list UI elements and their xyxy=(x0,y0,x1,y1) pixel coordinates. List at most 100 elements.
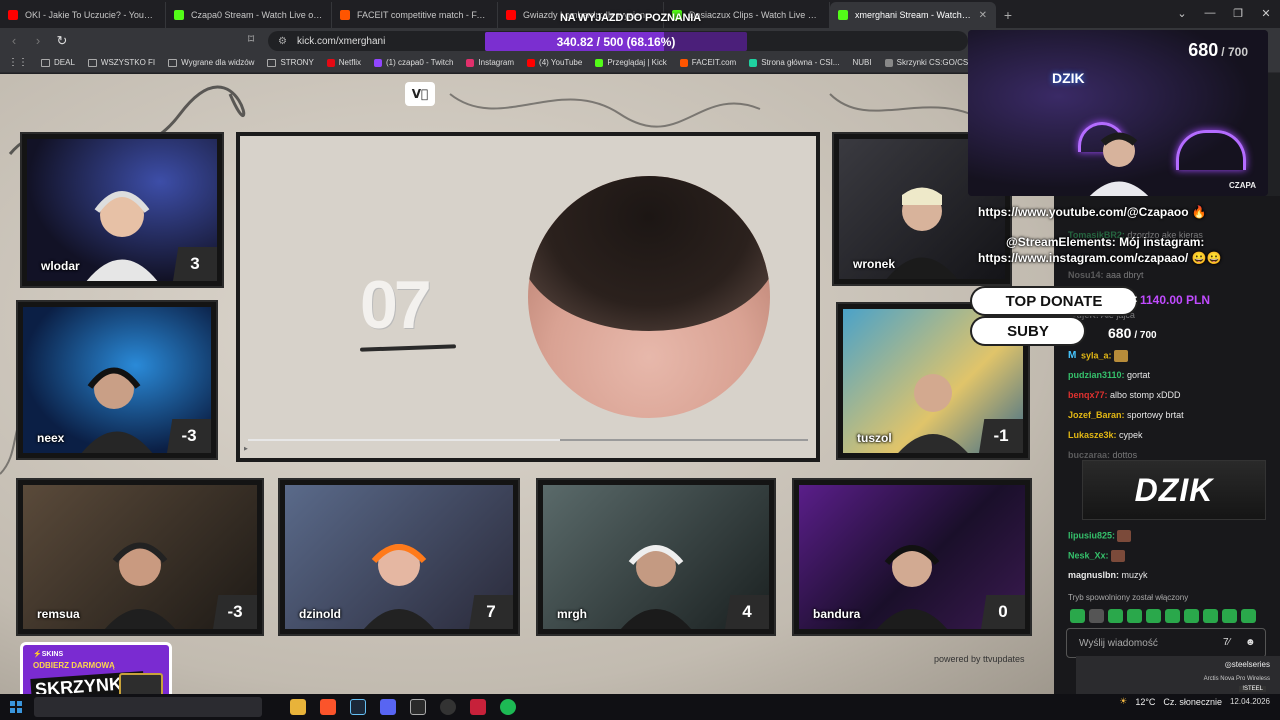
bookmark-link[interactable]: NUBI xyxy=(852,58,871,67)
bookmark-link[interactable]: Instagram xyxy=(466,58,514,67)
chat-message: Lukasze3k: cypek xyxy=(1068,430,1143,440)
chat-message: benqx77: albo stomp xDDD xyxy=(1068,390,1181,400)
bookmark-folder[interactable]: Wygrane dla widzów xyxy=(168,58,254,67)
bookmark-label: STRONY xyxy=(280,58,314,67)
bookmark-link[interactable]: (4) YouTube xyxy=(527,58,582,67)
emote-icon[interactable] xyxy=(1165,609,1180,623)
emote-icon[interactable] xyxy=(1203,609,1218,623)
chat-message: magnuslbn: muzyk xyxy=(1068,570,1148,580)
close-tab-icon[interactable]: ✕ xyxy=(979,10,987,21)
reload-icon[interactable]: ↻ xyxy=(52,33,72,49)
ad-product: Arctis Nova Pro Wireless xyxy=(1203,676,1270,682)
brave-browser-icon[interactable] xyxy=(320,699,336,715)
folder-icon xyxy=(41,58,50,67)
sponsor-ad[interactable]: ◎steelseries Arctis Nova Pro Wireless !S… xyxy=(1076,656,1280,694)
chat-username[interactable]: Nosu14: xyxy=(1068,270,1104,280)
top-donor-name: Jula: xyxy=(1112,293,1138,305)
emote-icon[interactable] xyxy=(1089,609,1104,623)
bookmark-page-icon[interactable]: ⌑ xyxy=(248,32,254,46)
new-tab-button[interactable]: + xyxy=(996,2,1020,28)
bookmark-link[interactable]: Strona główna - CSI... xyxy=(749,58,839,67)
tab-label: xmerghani Stream - Watch Li... xyxy=(855,10,972,20)
bookmark-link[interactable]: FACEIT.com xyxy=(679,58,736,67)
apps-icon[interactable]: ⋮⋮ xyxy=(8,57,28,68)
chat-username[interactable]: Nesk_Xx: xyxy=(1068,550,1109,560)
chat-message: lipusiu825: xyxy=(1068,530,1132,542)
weather-temp[interactable]: 12°C xyxy=(1135,697,1155,707)
browser-tab-active[interactable]: xmerghani Stream - Watch Li... ✕ xyxy=(830,2,996,28)
emote-icon[interactable] xyxy=(1108,609,1123,623)
bookmark-link[interactable]: (1) czapa0 - Twitch xyxy=(374,58,453,67)
chat-username[interactable]: pudzian3110: xyxy=(1068,370,1125,380)
chat-username[interactable]: benqx77: xyxy=(1068,390,1108,400)
bookmark-folder[interactable]: DEAL xyxy=(41,58,75,67)
bookmark-label: Strona główna - CSI... xyxy=(761,58,840,67)
emote-icon[interactable] xyxy=(1241,609,1256,623)
adobe-icon[interactable] xyxy=(470,699,486,715)
bookmark-link[interactable]: Przeglądaj | Kick xyxy=(595,58,667,67)
chat-username[interactable]: magnuslbn: xyxy=(1068,570,1119,580)
chat-text: dottos xyxy=(1112,450,1138,460)
back-icon[interactable]: ‹ xyxy=(4,33,24,48)
minimize-icon[interactable]: — xyxy=(1196,0,1224,26)
bookmark-link[interactable]: Netflix xyxy=(326,58,361,67)
video-progress[interactable]: ▶ xyxy=(244,439,812,455)
player-name: mrgh xyxy=(557,607,587,621)
bookmark-label: Wygrane dla widzów xyxy=(181,58,255,67)
chat-username[interactable]: Jozef_Baran: xyxy=(1068,410,1125,420)
browser-tab[interactable]: Czapa0 Stream - Watch Live on Kick xyxy=(166,2,332,28)
tab-search-icon[interactable]: ⌄ xyxy=(1168,0,1196,26)
emote-icon[interactable] xyxy=(1127,609,1142,623)
player-name: wlodar xyxy=(41,259,80,273)
emote-icon[interactable] xyxy=(1222,609,1237,623)
stream-video[interactable]: V⃞ 07 ▶ wlodar 3 wronek neex -3 tuszol -… xyxy=(0,74,1054,694)
show-logo: V⃞ xyxy=(405,82,435,106)
chat-message: buczaraa: dottos xyxy=(1068,450,1137,460)
emote-picker-icon[interactable]: 7⁄ xyxy=(1223,637,1230,648)
webcam-sub-counter: 680 / 700 xyxy=(1188,40,1248,61)
restore-icon[interactable]: ❐ xyxy=(1224,0,1252,26)
promo-brand: ⚡SKINS xyxy=(33,651,64,658)
play-icon[interactable]: ▶ xyxy=(244,446,248,452)
emote-icon[interactable] xyxy=(1184,609,1199,623)
weather-text[interactable]: Cz. słonecznie xyxy=(1163,697,1222,707)
emoji-icon[interactable]: ☻ xyxy=(1245,637,1256,648)
discord-icon[interactable] xyxy=(380,699,396,715)
epic-games-icon[interactable] xyxy=(410,699,426,715)
system-tray: ☀ 12°C Cz. słonecznie 12.04.2026 xyxy=(1119,696,1270,707)
question-board: 07 ▶ xyxy=(236,132,820,462)
site-info-icon[interactable]: ⚙ xyxy=(278,36,287,47)
tab-label: Czapa0 Stream - Watch Live on Kick xyxy=(191,10,323,20)
browser-tab[interactable]: FACEIT competitive match - FACEIT.c xyxy=(332,2,498,28)
chat-username[interactable]: syla_a: xyxy=(1081,350,1112,360)
streamer-silhouette xyxy=(105,542,175,629)
photo-detail xyxy=(528,176,770,331)
clock-date[interactable]: 12.04.2026 xyxy=(1230,697,1270,706)
bookmark-folder[interactable]: STRONY xyxy=(267,58,314,67)
emote-icon[interactable] xyxy=(1146,609,1161,623)
chat-username[interactable]: Lukasze3k: xyxy=(1068,430,1117,440)
close-window-icon[interactable]: ✕ xyxy=(1252,0,1280,26)
steam-icon[interactable] xyxy=(350,699,366,715)
promo-tagline: ODBIERZ DARMOWĄ xyxy=(33,661,115,670)
chat-username[interactable]: buczaraa: xyxy=(1068,450,1110,460)
windows-start-icon[interactable] xyxy=(10,701,22,713)
bookmark-folder[interactable]: WSZYSTKO FI xyxy=(87,58,155,67)
taskbar-search[interactable] xyxy=(34,697,262,717)
promo-banner[interactable]: ⚡SKINS ODBIERZ DARMOWĄ SKRZYNKĘ! xyxy=(20,642,172,694)
chat-username[interactable]: lipusiu825: xyxy=(1068,530,1115,540)
player-name: dzinold xyxy=(299,607,341,621)
player-cam: neex -3 xyxy=(18,302,216,458)
goal-banner: NA WYJAZD DO POZNANIA xyxy=(560,12,701,24)
browser-tab[interactable]: OKI - Jakie To Uczucie? - YouTube xyxy=(0,2,166,28)
spotify-icon[interactable] xyxy=(500,699,516,715)
streamer-silhouette xyxy=(1089,132,1149,196)
emote-icon[interactable] xyxy=(1070,609,1085,623)
forward-icon[interactable]: › xyxy=(28,33,48,48)
weather-icon[interactable]: ☀ xyxy=(1119,696,1127,707)
file-explorer-icon[interactable] xyxy=(290,699,306,715)
chat-input[interactable]: Wyślij wiadomość 7⁄ ☻ xyxy=(1066,628,1266,658)
bookmark-link[interactable]: Skrzynki CS:GO/CS2... xyxy=(884,58,979,67)
player-score: 4 xyxy=(725,595,769,629)
faceit-app-icon[interactable] xyxy=(440,699,456,715)
